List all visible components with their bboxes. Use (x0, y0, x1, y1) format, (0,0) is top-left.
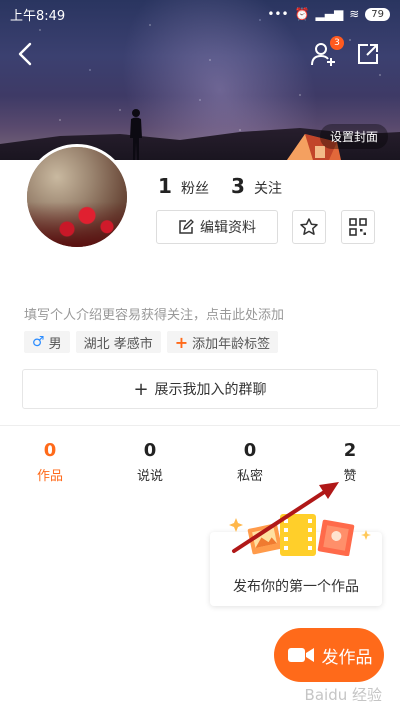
gender-label: 男 (48, 336, 62, 352)
tab-count: 0 (43, 440, 57, 461)
alarm-icon: ⏰ (294, 7, 310, 21)
avatar[interactable] (24, 144, 130, 250)
location-tag[interactable]: 湖北 孝感市 (75, 331, 161, 353)
qr-code-icon (349, 218, 367, 236)
qr-code-button[interactable] (341, 210, 375, 244)
tab-works[interactable]: 0 作品 (0, 440, 100, 484)
share-icon (358, 44, 378, 64)
tab-count: 0 (143, 440, 157, 461)
tab-count: 0 (243, 440, 257, 461)
follow-count: 3 (231, 174, 245, 198)
tab-label: 作品 (36, 469, 63, 484)
share-button[interactable] (354, 40, 382, 68)
status-icons: ••• ⏰ ▂▄▆ ≋ 79 (267, 7, 390, 21)
content-tabs: 0 作品 0 说说 0 私密 2 赞 (0, 440, 400, 484)
promo-text: 发布你的第一个作品 (233, 579, 359, 595)
add-age-label: 添加年龄标签 (192, 336, 271, 352)
favorite-button[interactable] (292, 210, 326, 244)
tab-label: 私密 (236, 469, 263, 484)
back-arrow-icon (18, 42, 32, 66)
set-cover-button[interactable]: 设置封面 (319, 124, 388, 149)
watermark: Baidu 经验 (304, 686, 382, 704)
plus-icon: + (174, 332, 189, 352)
more-dots-icon: ••• (267, 7, 289, 21)
battery-indicator: 79 (365, 7, 390, 21)
location-label: 湖北 孝感市 (83, 336, 153, 352)
back-button[interactable] (12, 40, 40, 68)
group-chats-label: 展示我加入的群聊 (154, 382, 267, 398)
bio-placeholder[interactable]: 填写个人介绍更容易获得关注，点击此处添加 (24, 304, 284, 323)
gender-tag[interactable]: ♂ 男 (24, 331, 70, 353)
tab-label: 赞 (343, 469, 357, 484)
section-divider (0, 425, 400, 426)
friend-notification-badge: 3 (330, 36, 344, 50)
profile-stats: 1 粉丝 3 关注 (158, 174, 282, 198)
plus-icon: + (133, 378, 149, 400)
video-camera-icon (287, 648, 314, 662)
edit-profile-button[interactable]: 编辑资料 (156, 210, 278, 244)
edit-profile-label: 编辑资料 (200, 220, 256, 236)
tab-count: 2 (343, 440, 357, 461)
show-group-chats-button[interactable]: + 展示我加入的群聊 (22, 369, 378, 409)
fans-label: 粉丝 (181, 181, 210, 197)
promo-illustration-icon (229, 514, 371, 556)
fans-count: 1 (158, 174, 172, 198)
cover-person-silhouette (130, 109, 142, 160)
add-age-tag[interactable]: + 添加年龄标签 (166, 331, 279, 353)
publish-work-button[interactable]: 发作品 (274, 628, 384, 682)
star-icon (300, 218, 318, 235)
follow-label: 关注 (254, 181, 283, 197)
profile-tags: ♂ 男 湖北 孝感市 + 添加年龄标签 (24, 331, 279, 353)
tab-label: 说说 (136, 469, 163, 484)
add-friend-button[interactable]: 3 (310, 36, 344, 68)
tab-likes[interactable]: 2 赞 (300, 440, 400, 484)
publish-label: 发作品 (321, 647, 373, 668)
first-work-promo[interactable]: 发布你的第一个作品 (210, 514, 382, 606)
wifi-icon: ≋ (349, 7, 360, 21)
male-icon: ♂ (32, 334, 45, 350)
tab-posts[interactable]: 0 说说 (100, 440, 200, 484)
follow-stat[interactable]: 3 关注 (231, 174, 282, 198)
status-time: 上午8:49 (10, 8, 66, 24)
status-bar: 上午8:49 ••• ⏰ ▂▄▆ ≋ 79 (0, 0, 400, 28)
edit-icon (179, 219, 194, 234)
fans-stat[interactable]: 1 粉丝 (158, 174, 209, 198)
signal-icon: ▂▄▆ (315, 7, 344, 21)
tab-private[interactable]: 0 私密 (200, 440, 300, 484)
avatar-flowers (27, 202, 127, 247)
